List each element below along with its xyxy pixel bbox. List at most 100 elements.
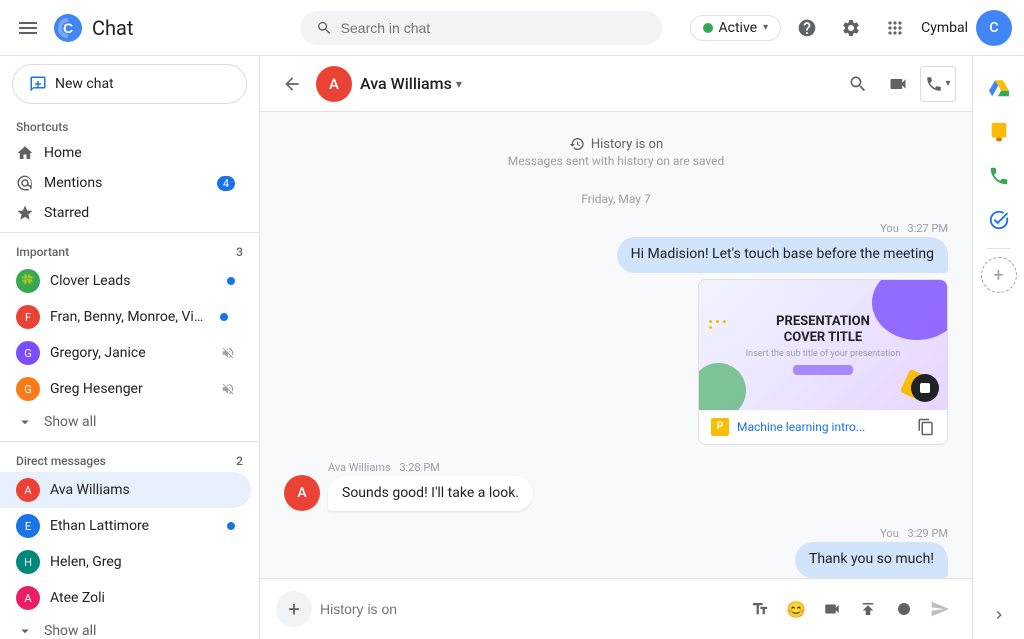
- fran-group-label: Fran, Benny, Monroe, Vin...: [50, 309, 210, 325]
- settings-button[interactable]: [833, 10, 869, 46]
- keep-app-button[interactable]: [979, 112, 1019, 152]
- slides-icon: P: [711, 418, 729, 436]
- send-button[interactable]: [924, 593, 956, 625]
- star-icon: [16, 204, 34, 222]
- hamburger-button[interactable]: [12, 12, 44, 44]
- phone-app-button[interactable]: [979, 156, 1019, 196]
- active-label: Active: [719, 20, 758, 36]
- app-title: Chat: [92, 16, 133, 40]
- sidebar-item-home[interactable]: Home: [0, 138, 251, 168]
- received-content: Ava Williams 3:28 PM Sounds good! I'll t…: [328, 461, 533, 512]
- mute-icon: [221, 346, 235, 360]
- new-chat-icon: [29, 75, 47, 93]
- show-all-dm-button[interactable]: Show all: [0, 616, 251, 639]
- sidebar-item-greg-hesenger[interactable]: G Greg Hesenger: [0, 371, 251, 407]
- format-icon: [751, 600, 769, 618]
- drive-app-button[interactable]: [979, 68, 1019, 108]
- ethan-avatar: E: [16, 514, 40, 538]
- send-icon: [930, 599, 950, 619]
- mentions-count: 4: [217, 176, 235, 191]
- shortcuts-header: Shortcuts: [0, 112, 259, 138]
- sidebar-item-atee[interactable]: A Atee Zoli: [0, 580, 251, 616]
- sidebar-item-starred[interactable]: Starred: [0, 198, 251, 228]
- history-title: History is on: [591, 137, 663, 152]
- pres-title: PRESENTATIONCOVER TITLE: [746, 314, 901, 345]
- home-icon: [16, 144, 34, 162]
- time-sent-1: 3:27 PM: [908, 222, 948, 235]
- input-actions: 😊: [744, 593, 956, 625]
- phone-icon: [925, 75, 943, 93]
- add-attachment-button[interactable]: +: [276, 591, 312, 627]
- account-name: Cymbal: [921, 20, 968, 36]
- search-input[interactable]: [341, 20, 646, 36]
- search-icon: [316, 19, 333, 37]
- tasks-app-button[interactable]: [979, 200, 1019, 240]
- clover-leads-label: Clover Leads: [50, 273, 217, 289]
- mentions-label: Mentions: [44, 175, 207, 191]
- copy-icon[interactable]: [917, 418, 935, 436]
- msg-meta-sent-2: You 3:29 PM: [880, 527, 948, 540]
- stop-icon: [920, 383, 930, 393]
- sidebar-item-mentions[interactable]: Mentions 4: [0, 168, 251, 198]
- tasks-icon: [988, 209, 1010, 231]
- stop-playback-button[interactable]: [911, 374, 939, 402]
- drive-icon: [988, 77, 1010, 99]
- upload-icon: [859, 600, 877, 618]
- right-sidebar-divider: [987, 248, 1011, 249]
- record-button[interactable]: [888, 593, 920, 625]
- history-sub: Messages sent with history on are saved: [284, 154, 948, 168]
- expand-icon-dm: [16, 622, 34, 639]
- sidebar-item-ava[interactable]: A Ava Williams: [0, 472, 251, 508]
- ava-label: Ava Williams: [50, 482, 235, 498]
- phone-button[interactable]: ▾: [920, 66, 956, 102]
- sidebar: New chat Shortcuts Home Mentions 4 Starr…: [0, 56, 260, 639]
- phone-app-icon: [988, 165, 1010, 187]
- main-chat: A Ava Williams ▾ ▾ History is on Message…: [260, 56, 972, 639]
- home-label: Home: [44, 145, 235, 161]
- back-icon: [282, 74, 302, 94]
- sidebar-item-helen[interactable]: H Helen, Greg: [0, 544, 251, 580]
- message-input[interactable]: [320, 601, 736, 617]
- helen-label: Helen, Greg: [50, 554, 235, 570]
- emoji-button[interactable]: 😊: [780, 593, 812, 625]
- expand-right-sidebar-button[interactable]: [983, 599, 1015, 631]
- online-indicator: [703, 23, 713, 33]
- back-button[interactable]: [276, 68, 308, 100]
- greg-h-avatar: G: [16, 377, 40, 401]
- video-attach-button[interactable]: [816, 593, 848, 625]
- sidebar-item-ethan[interactable]: E Ethan Lattimore: [0, 508, 251, 544]
- apps-button[interactable]: [877, 10, 913, 46]
- contact-name[interactable]: Ava Williams: [360, 74, 452, 93]
- msg-sent-2: You 3:29 PM Thank you so much!: [284, 527, 948, 578]
- chat-header: A Ava Williams ▾ ▾: [260, 56, 972, 112]
- search-chat-button[interactable]: [840, 66, 876, 102]
- sidebar-item-gregory[interactable]: G Gregory, Janice: [0, 335, 251, 371]
- ava-avatar-msg: A: [284, 475, 320, 511]
- sidebar-item-fran-group[interactable]: F Fran, Benny, Monroe, Vin...: [0, 299, 251, 335]
- upload-button[interactable]: [852, 593, 884, 625]
- expand-icon: [16, 413, 34, 431]
- bubble-sent-2: Thank you so much!: [795, 542, 948, 578]
- received-name-time: Ava Williams 3:28 PM: [328, 461, 533, 474]
- clover-leads-avatar: 🍀: [16, 269, 40, 293]
- unread-dot-ethan: [227, 522, 235, 530]
- add-app-button[interactable]: +: [981, 257, 1017, 293]
- format-text-button[interactable]: [744, 593, 776, 625]
- received-sender: Ava Williams: [328, 461, 391, 474]
- ava-avatar: A: [16, 478, 40, 502]
- msg-received-1: A Ava Williams 3:28 PM Sounds good! I'll…: [284, 461, 948, 512]
- pres-filename: Machine learning intro...: [737, 420, 909, 434]
- search-chat-icon: [848, 74, 868, 94]
- bubble-received-1: Sounds good! I'll take a look.: [328, 476, 533, 512]
- video-button[interactable]: [880, 66, 916, 102]
- new-chat-label: New chat: [55, 76, 114, 92]
- gregory-avatar: G: [16, 341, 40, 365]
- sender-you-1: You: [880, 222, 899, 235]
- bubble-sent-1: Hi Madision! Let's touch base before the…: [617, 237, 948, 273]
- new-chat-button[interactable]: New chat: [12, 64, 247, 104]
- sidebar-item-clover-leads[interactable]: 🍀 Clover Leads: [0, 263, 251, 299]
- help-button[interactable]: [789, 10, 825, 46]
- active-status-button[interactable]: Active ▾: [690, 15, 782, 41]
- avatar[interactable]: C: [976, 10, 1012, 46]
- show-all-important-button[interactable]: Show all: [0, 407, 251, 437]
